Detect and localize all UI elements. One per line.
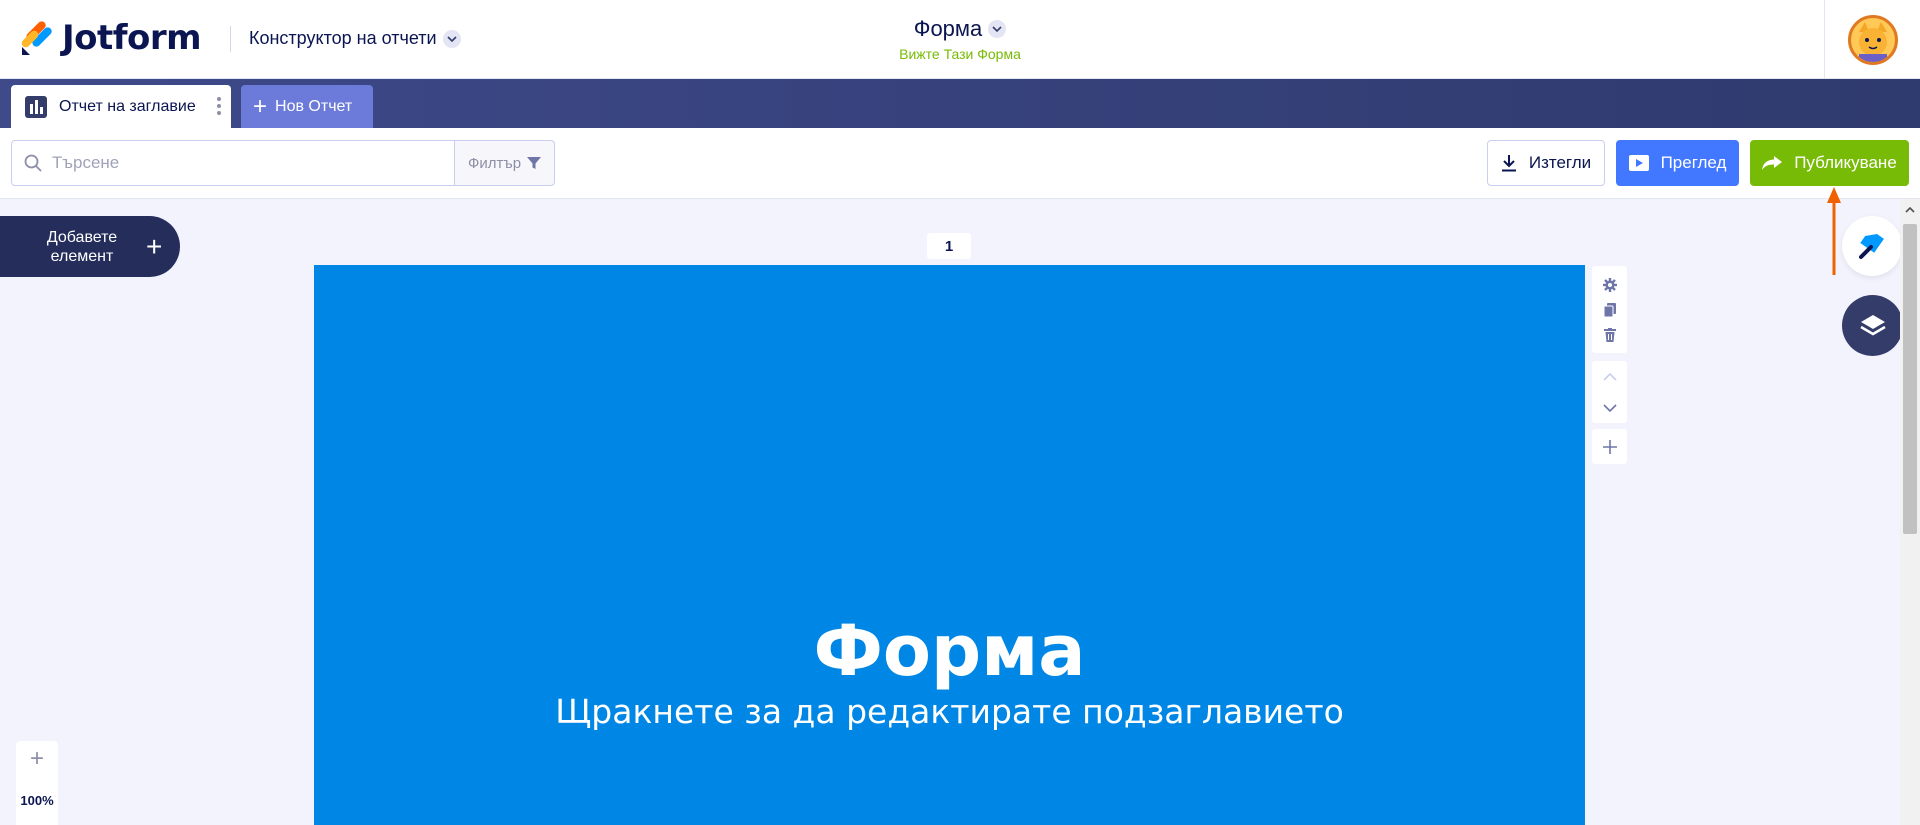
form-title: Форма [913,16,983,41]
layers-icon [1859,314,1886,335]
add-page-tool[interactable] [1592,429,1627,464]
plus-icon: + [146,230,163,262]
add-element-button[interactable]: Добавете елемент + [0,216,180,277]
form-title-area: Форма Вижте Тази Форма [0,16,1920,62]
chevron-down-icon[interactable] [1602,403,1617,412]
page-order-tools [1592,361,1627,423]
bar-chart-icon [25,95,47,118]
view-form-link[interactable]: Вижте Тази Форма [0,46,1920,62]
form-title-dropdown[interactable]: Форма [914,16,1007,42]
chevron-up-icon[interactable] [1602,372,1617,381]
download-icon [1501,155,1516,172]
page-number: 1 [927,233,971,259]
paint-roller-icon [1859,233,1884,259]
vertical-scrollbar[interactable] [1900,199,1920,825]
annotation-arrow-icon [1827,187,1841,275]
trash-icon[interactable] [1603,327,1616,342]
preview-label: Преглед [1660,153,1727,172]
publish-button[interactable]: Публикуване [1750,140,1909,186]
filter-button[interactable]: Филтър [454,140,555,186]
play-icon [1628,155,1649,171]
search-input[interactable] [52,153,432,173]
cat-avatar-icon [1851,18,1895,62]
zoom-control: + 100% [16,741,58,825]
filter-label: Филтър [467,154,522,172]
search-box [11,140,455,186]
report-page[interactable]: Форма Щракнете за да редактирате подзагл… [314,265,1585,825]
publish-label: Публикуване [1794,153,1897,172]
tab-title-report[interactable]: Отчет на заглавие [11,85,231,128]
gear-icon[interactable] [1602,277,1617,292]
report-designer-button[interactable] [1842,216,1902,276]
new-report-tab[interactable]: + Нов Отчет [241,85,373,128]
search-icon [24,154,42,172]
avatar-divider [1824,0,1825,79]
top-header: Jotform Конструктор на отчети Форма Вижт… [0,0,1920,79]
add-element-label: Добавете елемент [46,228,118,265]
plus-icon [1602,439,1617,454]
page-tools [1592,266,1627,353]
zoom-level: 100% [20,793,54,808]
report-subtitle[interactable]: Щракнете за да редактирате подзаглавието [314,692,1585,731]
user-avatar[interactable] [1848,15,1898,65]
tab-title-report-label: Отчет на заглавие [59,97,196,115]
plus-icon: + [253,92,268,120]
report-tab-bar: Отчет на заглавие + Нов Отчет [0,79,1920,128]
more-options-icon[interactable] [217,97,221,115]
funnel-icon [527,157,542,169]
scrollbar-thumb[interactable] [1903,224,1917,534]
report-title[interactable]: Форма [314,610,1585,692]
scroll-up-icon[interactable] [1905,207,1915,213]
chevron-down-icon [988,20,1007,38]
layers-button[interactable] [1842,295,1903,356]
download-label: Изтегли [1528,153,1592,172]
new-report-label: Нов Отчет [275,97,353,115]
download-button[interactable]: Изтегли [1487,140,1605,186]
duplicate-icon[interactable] [1603,302,1616,317]
share-arrow-icon [1762,156,1783,170]
toolbar: Филтър Изтегли Преглед Публикуване [0,128,1920,199]
preview-button[interactable]: Преглед [1616,140,1739,186]
zoom-in-icon[interactable]: + [16,745,58,773]
